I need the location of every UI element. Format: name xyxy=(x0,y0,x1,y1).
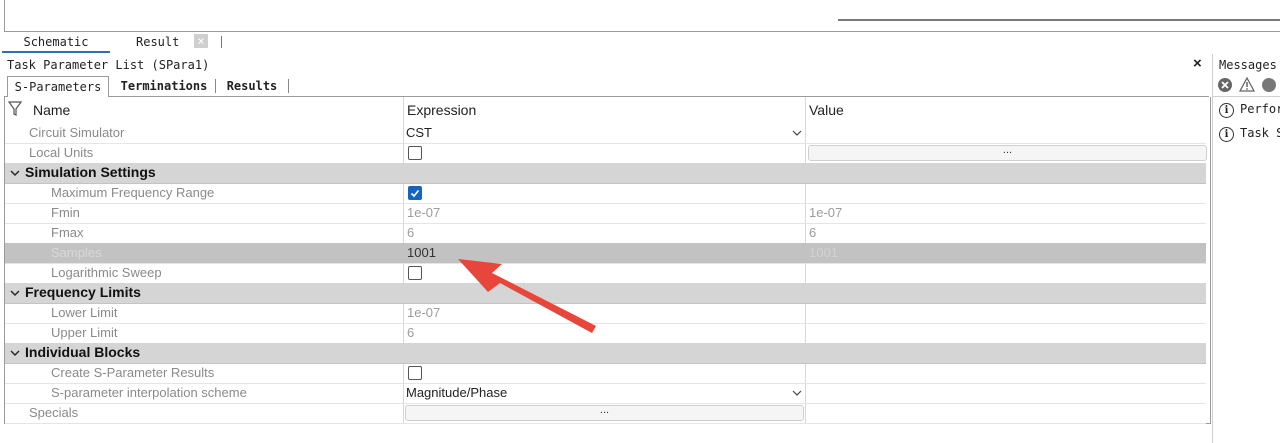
row-expression[interactable]: CST xyxy=(406,125,432,140)
chevron-down-icon[interactable] xyxy=(791,126,803,138)
create-s-parameter-results-checkbox[interactable] xyxy=(408,366,422,380)
panel-title: Task Parameter List (SPara1) xyxy=(7,58,210,72)
row-logarithmic-sweep[interactable]: Logarithmic Sweep xyxy=(5,263,1206,284)
section-title: Frequency Limits xyxy=(25,284,141,300)
chevron-down-icon[interactable] xyxy=(9,166,21,178)
local-units-checkbox[interactable] xyxy=(408,146,422,160)
toolbar-frame xyxy=(4,0,1280,32)
close-icon[interactable]: × xyxy=(194,34,208,48)
row-circuit-simulator[interactable]: Circuit Simulator CST xyxy=(5,123,1206,144)
row-name: Local Units xyxy=(29,145,94,160)
row-name: Fmin xyxy=(51,205,80,220)
row-name: S-parameter interpolation scheme xyxy=(51,385,247,400)
parameter-grid: Name Expression Value Circuit Simulator … xyxy=(4,97,1211,424)
row-name: Maximum Frequency Range xyxy=(51,185,215,200)
row-expression[interactable]: 6 xyxy=(407,225,414,240)
column-header-name[interactable]: Name xyxy=(33,102,70,118)
toolbar-divider xyxy=(838,19,1280,21)
messages-panel: Messages iPerfor iTask SI xyxy=(1212,54,1280,443)
section-title: Individual Blocks xyxy=(25,344,141,360)
info-icon: i xyxy=(1219,103,1234,118)
chevron-down-icon[interactable] xyxy=(9,286,21,298)
tab-separator xyxy=(221,36,222,48)
row-name: Create S-Parameter Results xyxy=(51,365,215,380)
tab-result[interactable]: Result × xyxy=(110,33,212,51)
section-title: Simulation Settings xyxy=(25,164,156,180)
row-name: Fmax xyxy=(51,225,84,240)
row-upper-limit[interactable]: Upper Limit 6 xyxy=(5,323,1206,344)
column-header-value[interactable]: Value xyxy=(809,102,844,118)
toolbar-area xyxy=(0,0,1280,33)
tab-s-parameters[interactable]: S-Parameters xyxy=(7,76,109,98)
specials-edit-button[interactable]: ... xyxy=(405,405,804,421)
row-name: Samples xyxy=(51,245,102,260)
grid-header: Name Expression Value xyxy=(5,97,1210,123)
row-expression[interactable]: 6 xyxy=(407,325,414,340)
row-name: Upper Limit xyxy=(51,325,118,340)
row-create-s-parameter-results[interactable]: Create S-Parameter Results xyxy=(5,363,1206,384)
column-header-expression[interactable]: Expression xyxy=(407,102,476,118)
local-units-edit-button[interactable]: ... xyxy=(808,145,1207,161)
tab-schematic[interactable]: Schematic xyxy=(2,33,110,53)
row-fmin[interactable]: Fmin 1e-07 1e-07 xyxy=(5,203,1206,224)
tab-terminations[interactable]: Terminations xyxy=(113,76,215,96)
row-name: Lower Limit xyxy=(51,305,118,320)
row-samples[interactable]: Samples 1001 1001 xyxy=(5,243,1206,264)
tab-result-label: Result xyxy=(136,35,180,49)
messages-toolbar xyxy=(1213,74,1280,97)
row-value: 1001 xyxy=(809,245,838,260)
row-specials[interactable]: Specials ... xyxy=(5,403,1206,424)
info-filter-icon[interactable] xyxy=(1261,77,1277,93)
row-name: Specials xyxy=(29,405,79,420)
logarithmic-sweep-checkbox[interactable] xyxy=(408,266,422,280)
row-expression[interactable]: 1e-07 xyxy=(407,205,440,220)
row-local-units[interactable]: Local Units ... xyxy=(5,143,1207,164)
row-maximum-frequency-range[interactable]: Maximum Frequency Range xyxy=(5,183,1206,204)
clear-icon[interactable] xyxy=(1217,77,1233,93)
message-item[interactable]: iTask SI xyxy=(1219,126,1280,142)
row-lower-limit[interactable]: Lower Limit 1e-07 xyxy=(5,303,1206,324)
chevron-down-icon[interactable] xyxy=(9,346,21,358)
row-interpolation-scheme[interactable]: S-parameter interpolation scheme Magnitu… xyxy=(5,383,1206,404)
tab-results[interactable]: Results xyxy=(217,76,287,96)
section-simulation-settings[interactable]: Simulation Settings xyxy=(5,163,1206,184)
row-expression[interactable]: 1e-07 xyxy=(407,305,440,320)
section-individual-blocks[interactable]: Individual Blocks xyxy=(5,343,1206,364)
tab-separator xyxy=(288,79,289,93)
document-tabs: Schematic Result × xyxy=(0,33,1280,53)
row-expression[interactable]: 1001 xyxy=(407,245,436,260)
row-expression[interactable]: Magnitude/Phase xyxy=(406,385,507,400)
message-item[interactable]: i Perfor xyxy=(1219,102,1280,118)
checkmark-icon xyxy=(410,189,420,198)
row-name: Logarithmic Sweep xyxy=(51,265,162,280)
parameter-tabs: S-Parameters Terminations Results xyxy=(4,76,1209,98)
warning-icon[interactable] xyxy=(1238,76,1256,93)
max-frequency-range-checkbox[interactable] xyxy=(408,186,422,200)
row-fmax[interactable]: Fmax 6 6 xyxy=(5,223,1206,244)
chevron-down-icon[interactable] xyxy=(791,386,803,398)
section-frequency-limits[interactable]: Frequency Limits xyxy=(5,283,1206,304)
info-icon: i xyxy=(1219,127,1234,142)
row-value: 1e-07 xyxy=(809,205,843,220)
messages-title: Messages xyxy=(1219,58,1277,72)
row-value: 6 xyxy=(809,225,817,240)
filter-icon[interactable] xyxy=(7,101,23,122)
panel-close-button[interactable]: × xyxy=(1193,56,1202,72)
tab-separator xyxy=(215,79,216,93)
row-name: Circuit Simulator xyxy=(29,125,125,140)
